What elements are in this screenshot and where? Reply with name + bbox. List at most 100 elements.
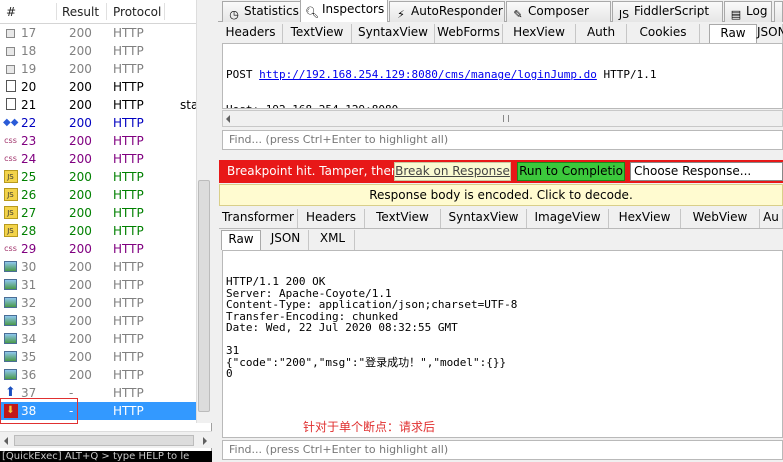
scroll-left-icon[interactable] bbox=[4, 437, 8, 445]
session-number: 24 bbox=[21, 152, 37, 166]
tab-fiddlerscript[interactable]: JS FiddlerScript bbox=[612, 1, 723, 22]
session-row[interactable]: css 29 200 HTTP bbox=[0, 240, 196, 258]
session-row[interactable]: 17 200 HTTP bbox=[0, 24, 196, 42]
session-number: 29 bbox=[21, 242, 37, 256]
image-icon bbox=[3, 350, 18, 364]
request-tab-cookies[interactable]: Cookies bbox=[627, 24, 700, 43]
response-tab-textview[interactable]: TextView bbox=[365, 209, 441, 228]
session-number: 18 bbox=[21, 44, 37, 58]
session-row[interactable]: JS 27 200 HTTP bbox=[0, 204, 196, 222]
horizontal-scrollbar-thumb[interactable] bbox=[14, 435, 194, 446]
script-icon: JS bbox=[618, 8, 630, 21]
session-list-header: # Result Protocol bbox=[0, 0, 196, 24]
response-raw-view[interactable]: HTTP/1.1 200 OK Server: Apache-Coyote/1.1… bbox=[222, 250, 783, 438]
response-tab-syntaxview[interactable]: SyntaxView bbox=[441, 209, 527, 228]
request-tab-syntaxview[interactable]: SyntaxView bbox=[352, 24, 435, 43]
tab-log[interactable]: ▤ Log bbox=[724, 1, 772, 22]
session-result: 200 bbox=[69, 368, 92, 382]
tab-inspectors[interactable]: 🔍︎ Inspectors bbox=[300, 0, 388, 22]
request-tab-json[interactable]: JSON bbox=[757, 24, 783, 43]
session-row[interactable]: 18 200 HTTP bbox=[0, 42, 196, 60]
response-tab-au[interactable]: Au bbox=[760, 209, 783, 228]
session-row[interactable]: 33 200 HTTP bbox=[0, 312, 196, 330]
session-row[interactable]: JS 28 200 HTTP bbox=[0, 222, 196, 240]
session-row[interactable]: css 24 200 HTTP bbox=[0, 150, 196, 168]
session-row[interactable]: ◆◆ 22 200 HTTP bbox=[0, 114, 196, 132]
response-line: 0 bbox=[226, 367, 233, 380]
session-list[interactable]: # Result Protocol 17 200 HTTP 18 200 HTTP 19 20… bbox=[0, 0, 212, 452]
request-tab-headers[interactable]: Headers bbox=[219, 24, 283, 43]
session-result: 200 bbox=[69, 116, 92, 130]
session-protocol: HTTP bbox=[113, 98, 144, 112]
response-subtab-json[interactable]: JSON bbox=[263, 230, 309, 250]
session-row[interactable]: 36 200 HTTP bbox=[0, 366, 196, 384]
session-result: 200 bbox=[69, 206, 92, 220]
session-result: 200 bbox=[69, 260, 92, 274]
tab-label: Composer bbox=[528, 4, 589, 18]
session-result: 200 bbox=[69, 224, 92, 238]
annotation-text: 针对于单个断点：请求后 bbox=[303, 420, 436, 434]
tab-overflow[interactable] bbox=[774, 1, 783, 22]
session-protocol: HTTP bbox=[113, 368, 144, 382]
session-row[interactable]: 34 200 HTTP bbox=[0, 330, 196, 348]
request-tab-hexview[interactable]: HexView bbox=[503, 24, 576, 43]
tab-autoresponder[interactable]: ⚡︎ AutoResponder bbox=[389, 1, 505, 22]
tab-statistics[interactable]: ◷ Statistics bbox=[222, 1, 302, 22]
session-row[interactable]: 35 200 HTTP bbox=[0, 348, 196, 366]
break-on-response-button[interactable]: Break on Response bbox=[394, 162, 511, 181]
session-row[interactable]: 32 200 HTTP bbox=[0, 294, 196, 312]
scroll-right-icon[interactable] bbox=[203, 437, 207, 445]
session-protocol: HTTP bbox=[113, 224, 144, 238]
column-header-result[interactable]: Result bbox=[62, 5, 99, 19]
request-find-input[interactable]: Find... (press Ctrl+Enter to highlight a… bbox=[222, 130, 783, 150]
main-tab-strip: ◷ Statistics 🔍︎ Inspectors ⚡︎ AutoResponder ✎ C… bbox=[218, 0, 783, 22]
run-to-completion-button[interactable]: Run to Completio bbox=[517, 162, 625, 181]
request-horizontal-scrollbar[interactable] bbox=[222, 110, 783, 127]
tab-composer[interactable]: ✎ Composer bbox=[506, 1, 611, 22]
response-tab-transformer[interactable]: Transformer bbox=[219, 209, 298, 228]
response-tab-hexview[interactable]: HexView bbox=[609, 209, 681, 228]
session-row[interactable]: 20 200 HTTP bbox=[0, 78, 196, 96]
request-tab-raw[interactable]: Raw bbox=[709, 24, 757, 43]
request-tab-auth[interactable]: Auth bbox=[576, 24, 627, 43]
session-list-horizontal-scrollbar[interactable] bbox=[0, 431, 212, 448]
response-line: {"code":"200","msg":"登录成功！","model":{}} bbox=[226, 355, 507, 369]
column-header-num[interactable]: # bbox=[6, 5, 16, 19]
session-row[interactable]: 19 200 HTTP bbox=[0, 60, 196, 78]
session-number: 36 bbox=[21, 368, 37, 382]
response-subtab-raw[interactable]: Raw bbox=[221, 230, 261, 250]
decode-notice[interactable]: Response body is encoded. Click to decod… bbox=[219, 184, 783, 206]
quickexec-bar[interactable]: [QuickExec] ALT+Q > type HELP to le bbox=[0, 451, 212, 462]
request-raw-view[interactable]: POST http://192.168.254.129:8080/cms/man… bbox=[222, 43, 783, 109]
image-icon bbox=[3, 278, 18, 292]
session-number: 35 bbox=[21, 350, 37, 364]
session-protocol: HTTP bbox=[113, 404, 144, 418]
session-result: 200 bbox=[69, 296, 92, 310]
session-number: 20 bbox=[21, 80, 37, 94]
response-find-input[interactable]: Find... (press Ctrl+Enter to highlight a… bbox=[222, 440, 783, 460]
js-icon: JS bbox=[3, 188, 18, 202]
session-row[interactable]: JS 26 200 HTTP bbox=[0, 186, 196, 204]
css-icon: css bbox=[4, 154, 17, 163]
session-row[interactable]: 30 200 HTTP bbox=[0, 258, 196, 276]
session-number: 19 bbox=[21, 62, 37, 76]
session-row[interactable]: 21 200 HTTP sta bbox=[0, 96, 198, 114]
session-result: 200 bbox=[69, 62, 92, 76]
choose-response-select[interactable]: Choose Response... bbox=[630, 162, 783, 181]
code-icon: ◆◆ bbox=[3, 117, 19, 128]
response-tab-headers[interactable]: Headers bbox=[298, 209, 365, 228]
column-header-protocol[interactable]: Protocol bbox=[113, 5, 161, 19]
response-tab-webview[interactable]: WebView bbox=[681, 209, 760, 228]
session-row[interactable]: 31 200 HTTP bbox=[0, 276, 196, 294]
scroll-left-icon[interactable] bbox=[226, 115, 230, 123]
request-tab-webforms[interactable]: WebForms bbox=[435, 24, 503, 43]
response-tab-imageview[interactable]: ImageView bbox=[527, 209, 609, 228]
request-url-link[interactable]: http://192.168.254.129:8080/cms/manage/l… bbox=[259, 68, 597, 81]
scrollbar-thumb[interactable] bbox=[198, 180, 210, 412]
response-subtab-xml[interactable]: XML bbox=[311, 230, 355, 250]
session-row[interactable]: JS 25 200 HTTP bbox=[0, 168, 196, 186]
session-row[interactable]: css 23 200 HTTP bbox=[0, 132, 196, 150]
request-tab-textview[interactable]: TextView bbox=[283, 24, 352, 43]
session-result: 200 bbox=[69, 314, 92, 328]
session-protocol: HTTP bbox=[113, 314, 144, 328]
